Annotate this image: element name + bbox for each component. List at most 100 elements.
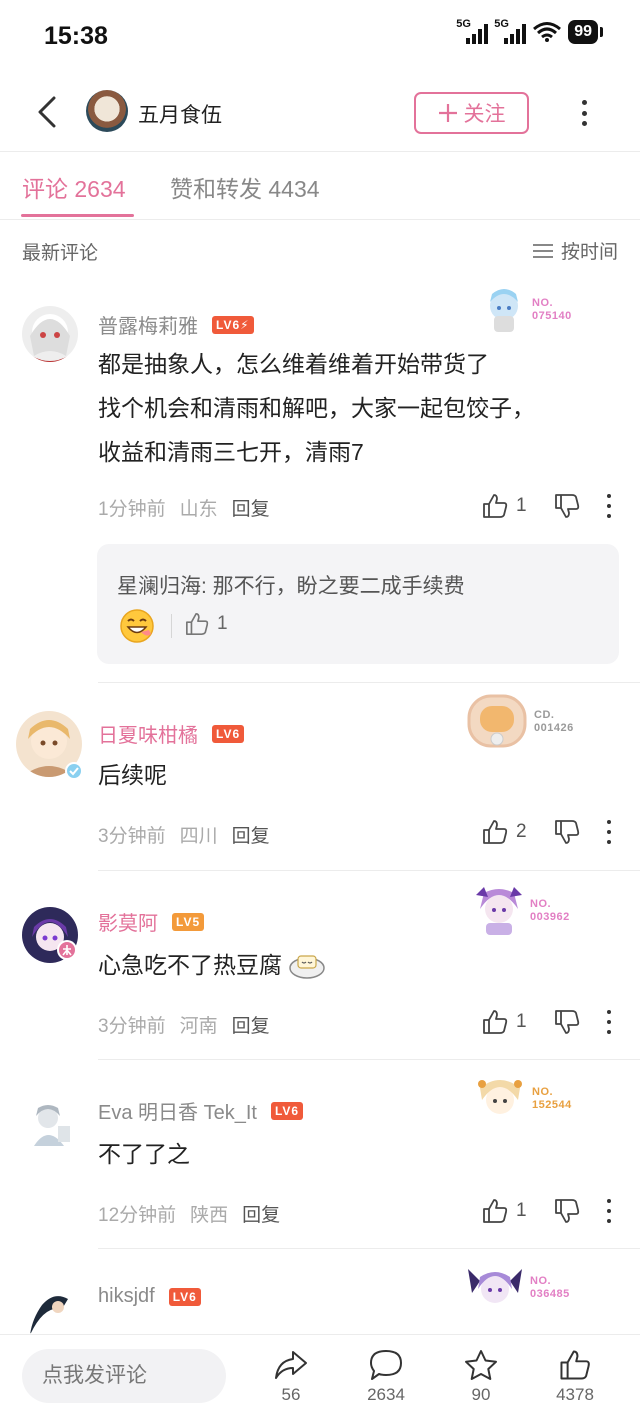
thumbs-up-icon	[483, 820, 508, 844]
comment-meta: 12分钟前 陕西 回复	[98, 1200, 280, 1227]
follow-button[interactable]: 关注	[414, 92, 529, 134]
follow-label: 关注	[463, 103, 506, 126]
fan-badge[interactable]: NO. 036485	[466, 1263, 570, 1313]
star-icon	[465, 1350, 497, 1380]
top-nav: 五月食伍 关注	[0, 72, 640, 152]
comment-item: 影莫阿 LV5 NO. 003962 心急吃不了热豆腐 3分钟前 河南 回复 1	[0, 871, 640, 1059]
comment-count: 2634	[367, 1385, 405, 1404]
wifi-icon	[533, 22, 562, 42]
share-icon	[275, 1351, 307, 1379]
divider	[171, 614, 172, 638]
share-button[interactable]: 56	[256, 1349, 326, 1405]
comment-author[interactable]: 影莫阿 LV5	[98, 907, 205, 936]
comment-button[interactable]: 2634	[351, 1349, 421, 1405]
fan-badge-number: NO. 152544	[532, 1086, 572, 1111]
more-icon[interactable]	[606, 1010, 612, 1034]
like-count: 4378	[556, 1385, 594, 1404]
reply-button[interactable]: 回复	[232, 821, 270, 848]
comment-actions: 1	[482, 491, 622, 521]
thumbs-up-icon	[483, 494, 508, 518]
thumbs-down-icon[interactable]	[554, 1198, 580, 1224]
level-badge: LV6	[212, 724, 245, 743]
tab-comments[interactable]: 评论 2634	[22, 170, 126, 204]
like-button[interactable]: 1	[482, 1198, 554, 1224]
fan-badge[interactable]: CD. 001426	[466, 693, 574, 751]
author-name[interactable]: 普露梅莉雅	[98, 310, 198, 339]
comment-author[interactable]: hiksjdf LV6	[98, 1285, 201, 1308]
reply-button[interactable]: 回复	[242, 1200, 280, 1227]
comment-location: 河南	[179, 1016, 218, 1037]
thumbs-down-icon[interactable]	[554, 493, 580, 519]
fan-badge[interactable]: NO. 075140	[482, 286, 572, 334]
comment-item: 日夏味柑橘 LV6 CD. 001426 后续呢 3分钟前 四川 回复 2	[0, 683, 640, 871]
comment-author[interactable]: 普露梅莉雅 LV6⚡	[98, 310, 254, 339]
more-icon[interactable]	[606, 820, 612, 844]
plus-icon	[438, 104, 457, 122]
vip-badge-icon	[57, 940, 77, 960]
fan-badge-icon	[478, 1080, 522, 1114]
sub-reply-like-button[interactable]: 1	[185, 612, 228, 636]
bottom-bar: 点我发评论 56 2634 90 4378	[0, 1334, 640, 1424]
like-button[interactable]: 2	[482, 819, 554, 845]
author-name[interactable]: 日夏味柑橘	[98, 719, 198, 748]
reply-button[interactable]: 回复	[232, 1011, 270, 1038]
tab-indicator	[21, 214, 134, 217]
comment-actions: 1	[482, 1196, 622, 1226]
status-time: 15:38	[44, 22, 108, 50]
reply-button[interactable]: 回复	[232, 494, 270, 521]
comment-text: 后续呢	[98, 762, 167, 788]
fan-badge-number: NO. 036485	[530, 1275, 570, 1300]
avatar[interactable]	[22, 1096, 78, 1152]
sub-reply-box[interactable]: 星澜归海: 那不行，盼之要二成手续费 1	[97, 544, 619, 664]
sub-reply-text: 星澜归海: 那不行，盼之要二成手续费	[117, 575, 465, 598]
level-text: LV6	[216, 317, 241, 332]
more-options-icon[interactable]	[572, 96, 596, 130]
avatar[interactable]	[22, 1285, 78, 1334]
thumbs-up-icon	[186, 613, 209, 635]
favorite-count: 90	[471, 1385, 491, 1404]
like-count: 1	[217, 613, 228, 634]
thumbs-up-icon	[483, 1010, 508, 1034]
more-icon[interactable]	[606, 1199, 612, 1223]
grinning-emoji-icon	[120, 609, 154, 643]
comment-line: 都是抽象人，怎么维着维着开始带货了	[98, 351, 489, 377]
avatar[interactable]	[22, 306, 78, 362]
share-count: 56	[281, 1385, 301, 1404]
fan-badge-number: NO. 003962	[530, 898, 570, 923]
thumbs-down-icon[interactable]	[554, 1009, 580, 1035]
fan-badge[interactable]: NO. 152544	[474, 1074, 572, 1124]
thumbs-up-icon	[483, 1199, 508, 1223]
comment-author[interactable]: 日夏味柑橘 LV6	[98, 719, 245, 748]
signal-label: 5G	[456, 18, 471, 30]
comment-location: 四川	[179, 826, 218, 847]
comment-input[interactable]: 点我发评论	[22, 1349, 226, 1403]
comment-time: 1分钟前	[98, 499, 166, 520]
author-name[interactable]: 五月食伍	[138, 99, 222, 129]
author-avatar[interactable]	[86, 90, 128, 132]
list-icon	[532, 243, 553, 258]
signal-icon-2: 5G	[494, 18, 527, 44]
author-name[interactable]: 影莫阿	[98, 907, 158, 936]
comment-author[interactable]: Eva 明日香 Tek_It LV6	[98, 1096, 304, 1125]
fan-badge-icon	[476, 887, 522, 935]
author-name[interactable]: Eva 明日香 Tek_It	[98, 1096, 257, 1125]
like-button[interactable]: 1	[482, 493, 554, 519]
comment-time: 12分钟前	[98, 1205, 177, 1226]
tab-likes-reposts[interactable]: 赞和转发 4434	[170, 170, 320, 204]
back-arrow-icon[interactable]	[30, 92, 66, 132]
comment-actions: 2	[482, 817, 622, 847]
thumbs-down-icon[interactable]	[554, 819, 580, 845]
sort-by-time-button[interactable]: 按时间	[532, 237, 618, 264]
battery-indicator: 99	[568, 20, 603, 44]
thumbs-up-icon	[560, 1350, 590, 1380]
more-icon[interactable]	[606, 494, 612, 518]
comment-line: 收益和清雨三七开，清雨7	[98, 439, 364, 465]
fan-badge[interactable]: NO. 003962	[474, 885, 570, 937]
author-name[interactable]: hiksjdf	[98, 1285, 155, 1308]
like-button[interactable]: 1	[482, 1009, 554, 1035]
comment-actions: 1	[482, 1007, 622, 1037]
like-post-button[interactable]: 4378	[540, 1349, 610, 1405]
comment-location: 陕西	[190, 1205, 229, 1226]
favorite-button[interactable]: 90	[446, 1349, 516, 1405]
comment-line: 找个机会和清雨和解吧，大家一起包饺子，	[98, 395, 535, 421]
